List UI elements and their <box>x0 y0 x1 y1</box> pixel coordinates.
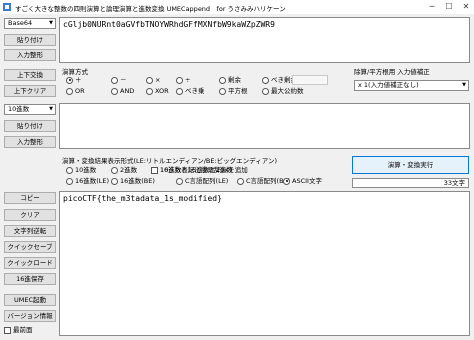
radio-icon <box>262 76 269 84</box>
quick-save-button[interactable]: クイックセーブ <box>4 241 56 253</box>
close-button[interactable]: ✕ <box>458 0 474 14</box>
operation-radio-label: 最大公約数 <box>271 87 304 95</box>
format-radio-label: 2進数 <box>120 166 138 174</box>
topmost-label: 最前面 <box>13 326 33 334</box>
minimize-button[interactable]: ─ <box>424 0 440 14</box>
operation-radio-8[interactable]: XOR <box>146 87 169 95</box>
reverse-button[interactable]: 文字列逆転 <box>4 225 56 237</box>
format-radio-label: 16進数(BE) <box>120 177 155 185</box>
radio-icon <box>176 76 183 84</box>
radio-icon <box>219 76 226 84</box>
input1-text: cGljb0NURnt0aGVfbTNOYWRhdGFfMXNfbW9kaWZp… <box>63 20 275 29</box>
chevron-down-icon: ▼ <box>462 82 466 88</box>
operation-radio-label: XOR <box>155 87 169 95</box>
app-icon <box>3 3 11 11</box>
operation-radio-11[interactable]: 最大公約数 <box>262 87 304 95</box>
checkbox-icon <box>151 166 158 174</box>
radio-icon <box>111 166 118 174</box>
operation-radio-label: × <box>155 76 161 84</box>
operation-radio-label: 剰余 <box>228 76 241 84</box>
operation-radio-10[interactable]: 平方根 <box>219 87 248 95</box>
version-button[interactable]: バージョン情報 <box>4 310 56 322</box>
radio-icon <box>262 87 269 95</box>
quick-load-button[interactable]: クイックロード <box>4 257 56 269</box>
format-radio-label: ASCII文字 <box>292 177 322 185</box>
correction-header: 除算/平方根用 入力値補正 <box>354 68 430 76</box>
radio-icon <box>111 76 118 84</box>
operation-radio-label: － <box>120 76 127 84</box>
hex-save-button[interactable]: 16進保存 <box>4 273 56 285</box>
output-text: picoCTF{the_m3tadata_1s_modified} <box>63 194 222 203</box>
radio-icon <box>146 76 153 84</box>
radio-icon <box>66 177 73 185</box>
format-radio-0[interactable]: 10進数 <box>66 166 96 174</box>
input2-format-button[interactable]: 入力整形 <box>4 136 56 148</box>
format-radio-label: 16進数(LE) <box>75 177 110 185</box>
input1-base-value: Base64 <box>8 19 33 27</box>
operation-radio-4[interactable]: 剰余 <box>219 76 241 84</box>
chevron-down-icon: ▼ <box>49 20 53 26</box>
umec-start-button[interactable]: UMEC起動 <box>4 294 56 306</box>
operation-radio-label: OR <box>75 87 85 95</box>
title-bar: すごく大きな整数の四則演算と論理演算と進数変換 UMECappend for う… <box>0 0 474 14</box>
checkbox-icon <box>4 326 11 334</box>
window-title: すごく大きな整数の四則演算と論理演算と進数変換 UMECappend for う… <box>15 5 286 13</box>
operation-radio-7[interactable]: AND <box>111 87 134 95</box>
radio-icon <box>283 177 290 185</box>
correction-value: x 1(入力値補正なし) <box>358 81 419 89</box>
operation-radio-label: べき乗 <box>185 87 205 95</box>
maximize-button[interactable]: ☐ <box>441 0 457 14</box>
format-radio-4[interactable]: 16進数(BE) <box>111 177 155 185</box>
operation-radio-1[interactable]: － <box>111 76 127 84</box>
radio-icon <box>111 177 118 185</box>
hex-prefix-label: 16進数表記に接頭辞0xを追加 <box>160 166 248 174</box>
chevron-down-icon: ▼ <box>49 106 53 112</box>
radio-icon <box>176 177 183 185</box>
clear-both-button[interactable]: 上下クリア <box>4 85 56 97</box>
input1-textarea[interactable]: cGljb0NURnt0aGVfbTNOYWRhdGFfMXNfbW9kaWZp… <box>59 17 470 63</box>
operation-radio-3[interactable]: ÷ <box>176 76 190 84</box>
hex-prefix-checkbox[interactable]: 16進数表記に接頭辞0xを追加 <box>151 166 248 174</box>
output-textarea[interactable]: picoCTF{the_m3tadata_1s_modified} <box>59 191 470 336</box>
output-clear-button[interactable]: クリア <box>4 209 56 221</box>
operation-radio-0[interactable]: ＋ <box>66 76 82 84</box>
result-format-header: 演算・変換結果表示形式(LE:リトルエンディアン/BE:ビッグエンディアン) <box>62 157 278 165</box>
radio-icon <box>146 87 153 95</box>
correction-select[interactable]: x 1(入力値補正なし) ▼ <box>354 80 469 91</box>
operation-radio-2[interactable]: × <box>146 76 160 84</box>
operation-radio-label: AND <box>120 87 135 95</box>
input1-paste-button[interactable]: 貼り付け <box>4 34 56 46</box>
radio-icon <box>176 87 183 95</box>
radio-icon <box>219 87 226 95</box>
radio-icon <box>66 166 73 174</box>
char-count: 33文字 <box>352 178 469 188</box>
radio-icon <box>111 87 118 95</box>
format-radio-label: 10進数 <box>75 166 97 174</box>
modulus-input[interactable] <box>292 75 328 85</box>
execute-button[interactable]: 演算・変換実行 <box>352 156 469 174</box>
operation-radio-6[interactable]: OR <box>66 87 85 95</box>
copy-button[interactable]: コピー <box>4 192 56 204</box>
operation-radio-label: ＋ <box>75 76 82 84</box>
input2-base-select[interactable]: 10進数 ▼ <box>4 104 56 115</box>
operation-radio-9[interactable]: べき乗 <box>176 87 205 95</box>
topmost-checkbox[interactable]: 最前面 <box>4 326 33 334</box>
format-radio-3[interactable]: 16進数(LE) <box>66 177 109 185</box>
format-radio-5[interactable]: C言語配列(LE) <box>176 177 228 185</box>
input1-base-select[interactable]: Base64 ▼ <box>4 18 56 29</box>
format-radio-1[interactable]: 2進数 <box>111 166 137 174</box>
format-radio-label: C言語配列(LE) <box>185 177 229 185</box>
input2-base-value: 10進数 <box>8 105 30 113</box>
operation-radio-label: 平方根 <box>228 87 248 95</box>
input2-paste-button[interactable]: 貼り付け <box>4 120 56 132</box>
radio-icon <box>66 76 73 84</box>
operation-radio-label: ÷ <box>185 76 191 84</box>
radio-icon <box>66 87 73 95</box>
swap-button[interactable]: 上下交換 <box>4 69 56 81</box>
format-radio-7[interactable]: ASCII文字 <box>283 177 322 185</box>
input2-textarea[interactable] <box>59 103 470 149</box>
input1-format-button[interactable]: 入力整形 <box>4 49 56 61</box>
operation-header: 演算方式 <box>62 68 88 76</box>
radio-icon <box>237 177 244 185</box>
